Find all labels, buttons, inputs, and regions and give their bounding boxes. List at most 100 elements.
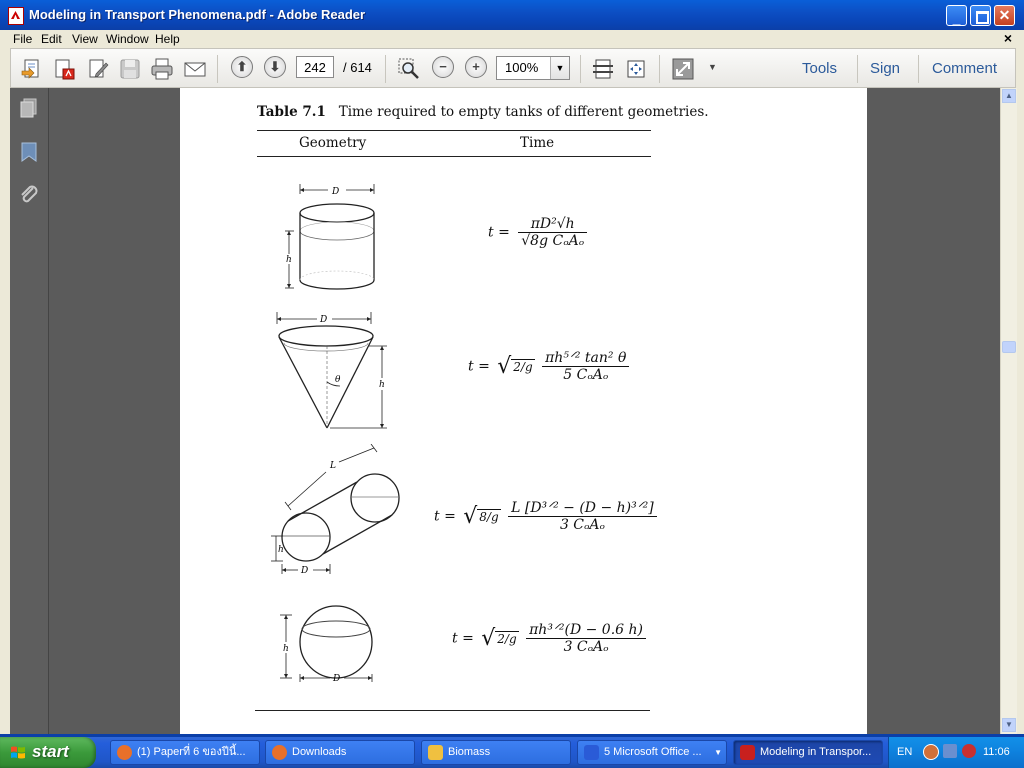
- comment-pane-link[interactable]: Comment: [932, 60, 997, 77]
- table-top-rule: [257, 130, 651, 131]
- bookmarks-icon[interactable]: [17, 140, 41, 164]
- window-title: Modeling in Transport Phenomena.pdf - Ad…: [29, 7, 366, 22]
- menu-window[interactable]: Window: [106, 32, 149, 46]
- formula-cylinder: t = πD²√h √8g CₒAₒ: [488, 216, 588, 249]
- label-theta: θ: [335, 375, 341, 385]
- toolbar-separator: [385, 55, 386, 83]
- cone-diagram: D θ h: [276, 312, 387, 429]
- adobe-reader-icon: [740, 745, 755, 760]
- formula-cone: t = √ 2/g πh⁵ᐟ² tan² θ 5 CₒAₒ: [468, 350, 630, 383]
- task-label: 5 Microsoft Office ...: [604, 746, 702, 758]
- zoom-select[interactable]: 100% ▼: [496, 56, 570, 80]
- formula-numerator: πh³ᐟ²(D − 0.6 h): [526, 622, 646, 639]
- label-d: D: [332, 674, 340, 684]
- menu-help[interactable]: Help: [155, 32, 180, 46]
- system-tray: EN 11:06: [888, 737, 1024, 768]
- scroll-down-button[interactable]: ▼: [1002, 718, 1016, 732]
- formula-denominator: 3 CₒAₒ: [559, 517, 605, 533]
- taskbar-item-firefox-paper[interactable]: (1) Paperที่ 6 ของปีนี้...: [110, 740, 260, 765]
- formula-lhs: t =: [434, 508, 456, 525]
- menu-edit[interactable]: Edit: [41, 32, 62, 46]
- label-d: D: [331, 187, 339, 197]
- network-icon[interactable]: [943, 744, 957, 758]
- marquee-zoom-icon[interactable]: [397, 57, 421, 81]
- taskbar-item-biomass[interactable]: Biomass: [421, 740, 571, 765]
- word-icon: [584, 745, 599, 760]
- table-caption-text: Time required to empty tanks of differen…: [338, 104, 709, 120]
- table-caption-label: Table 7.1: [257, 104, 326, 120]
- formula-horizontal-cylinder: t = √ 8/g L [D³ᐟ² − (D − h)³ᐟ²] 3 CₒAₒ: [434, 500, 657, 533]
- attachments-paperclip-icon[interactable]: [17, 182, 41, 206]
- title-bar: Modeling in Transport Phenomena.pdf - Ad…: [0, 0, 1024, 30]
- label-h: h: [278, 545, 284, 555]
- fit-page-icon[interactable]: [624, 57, 648, 81]
- full-screen-icon[interactable]: [671, 57, 695, 81]
- previous-page-button[interactable]: ⬆: [231, 56, 253, 78]
- taskbar-item-microsoft-office[interactable]: 5 Microsoft Office ... ▼: [577, 740, 727, 765]
- scrolling-mode-icon[interactable]: [591, 57, 615, 81]
- open-file-icon[interactable]: [20, 57, 44, 81]
- show-hidden-icons-icon[interactable]: [923, 744, 939, 760]
- zoom-out-button[interactable]: −: [432, 56, 454, 78]
- column-header-geometry: Geometry: [299, 135, 367, 151]
- sign-pane-link[interactable]: Sign: [870, 60, 900, 77]
- menu-file[interactable]: File: [13, 32, 32, 46]
- firefox-icon: [272, 745, 287, 760]
- menu-view[interactable]: View: [72, 32, 98, 46]
- print-icon[interactable]: [150, 57, 174, 81]
- sqrt-symbol: √: [463, 504, 478, 529]
- clock[interactable]: 11:06: [983, 746, 1010, 758]
- horizontal-cylinder-diagram: L h D: [271, 444, 400, 576]
- toolbar-separator: [580, 55, 581, 83]
- close-button[interactable]: ✕: [994, 5, 1015, 26]
- scroll-down-arrow-icon: ▼: [1005, 720, 1013, 729]
- maximize-button[interactable]: [970, 5, 991, 26]
- formula-denominator: 3 CₒAₒ: [563, 639, 609, 655]
- tools-pane-link[interactable]: Tools: [802, 60, 837, 77]
- cylinder-diagram: D h: [285, 184, 375, 290]
- minus-icon: −: [439, 59, 447, 74]
- taskbar-item-downloads[interactable]: Downloads: [265, 740, 415, 765]
- page-thumbnails-icon[interactable]: [17, 96, 41, 120]
- start-button[interactable]: start: [0, 737, 96, 768]
- toolbar-separator: [857, 55, 858, 83]
- formula-lhs: t =: [452, 630, 474, 647]
- zoom-in-button[interactable]: +: [465, 56, 487, 78]
- security-shield-icon[interactable]: [962, 744, 976, 758]
- table-bottom-rule: [255, 710, 650, 711]
- zoom-value: 100%: [505, 60, 539, 75]
- next-page-button[interactable]: ⬇: [264, 56, 286, 78]
- taskbar-item-adobe-reader[interactable]: Modeling in Transpor...: [733, 740, 883, 765]
- scrollbar-thumb[interactable]: [1002, 341, 1016, 353]
- formula-denominator: √8g CₒAₒ: [521, 233, 585, 249]
- close-document-button[interactable]: ×: [1004, 30, 1012, 46]
- column-header-time: Time: [520, 135, 555, 151]
- document-viewport[interactable]: Table 7.1 Time required to empty tanks o…: [49, 88, 1000, 734]
- page-number-input[interactable]: 242: [296, 56, 334, 78]
- formula-denominator: 5 CₒAₒ: [563, 367, 609, 383]
- vertical-scrollbar[interactable]: ▲ ▼: [1000, 88, 1017, 734]
- sphere-diagram: h D: [280, 605, 373, 684]
- sqrt-symbol: √: [481, 626, 496, 651]
- language-indicator[interactable]: EN: [897, 746, 912, 758]
- email-icon[interactable]: [183, 57, 207, 81]
- toolbar-separator: [659, 55, 660, 83]
- fraction: πD²√h √8g CₒAₒ: [518, 216, 588, 249]
- label-h: h: [283, 644, 289, 654]
- chevron-down-icon[interactable]: ▼: [550, 57, 569, 79]
- arrow-down-icon: ⬇: [269, 59, 281, 74]
- formula-numerator: L [D³ᐟ² − (D − h)³ᐟ²]: [508, 500, 657, 517]
- fraction: πh³ᐟ²(D − 0.6 h) 3 CₒAₒ: [526, 622, 646, 655]
- save-icon[interactable]: [118, 57, 142, 81]
- menu-bar: File Edit View Window Help ×: [0, 30, 1024, 48]
- adobe-reader-icon: [8, 7, 24, 25]
- formula-root: 8/g: [477, 509, 501, 524]
- task-label: Downloads: [292, 746, 347, 758]
- minimize-button[interactable]: _: [946, 5, 967, 26]
- create-pdf-icon[interactable]: [52, 57, 76, 81]
- edit-document-icon[interactable]: [86, 57, 110, 81]
- toolbar-separator: [217, 55, 218, 83]
- scroll-up-button[interactable]: ▲: [1002, 89, 1016, 103]
- more-tools-chevron-icon[interactable]: ▼: [708, 62, 717, 72]
- toolbar: ⬆ ⬇ 242 / 614 − + 100% ▼ ▼ Tools Sign Co…: [10, 48, 1016, 88]
